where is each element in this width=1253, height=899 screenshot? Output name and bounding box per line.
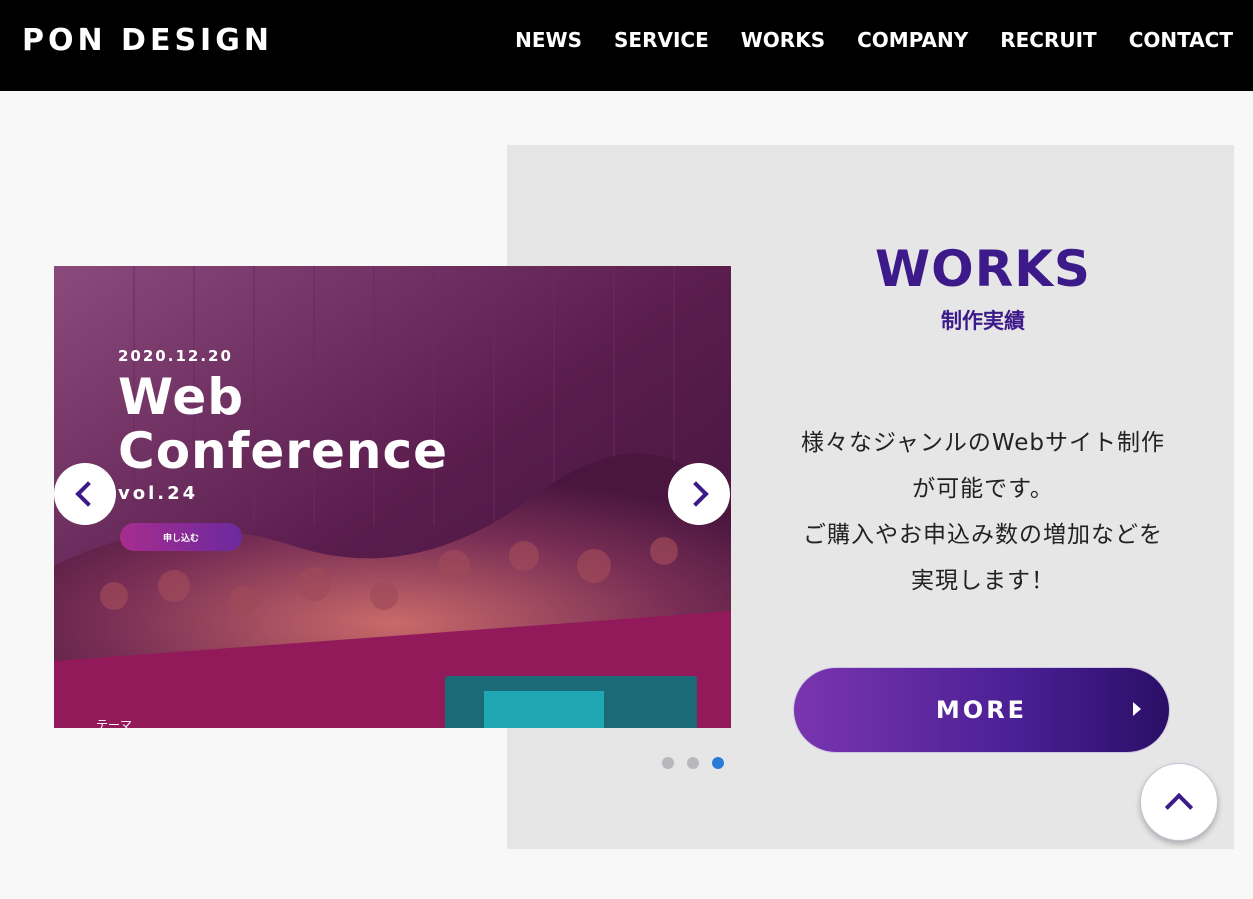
- slide-title: Web Conference: [118, 370, 448, 478]
- more-button[interactable]: MORE: [793, 667, 1170, 753]
- nav-company[interactable]: COMPANY: [857, 26, 968, 54]
- slider-dot[interactable]: [662, 757, 674, 769]
- slider-next-button[interactable]: [668, 463, 730, 525]
- slider-pagination: [662, 757, 724, 769]
- slide-volume: vol.24: [118, 483, 199, 504]
- slider-prev-button[interactable]: [54, 463, 116, 525]
- nav-service[interactable]: SERVICE: [614, 26, 709, 54]
- works-title: WORKS: [875, 240, 1091, 298]
- works-desc-line: ご購入やお申込み数の増加などを: [803, 522, 1163, 548]
- nav-works[interactable]: WORKS: [741, 26, 825, 54]
- works-desc-line: 様々なジャンルのWebサイト制作: [801, 430, 1165, 456]
- main-nav: NEWS SERVICE WORKS COMPANY RECRUIT CONTA…: [515, 26, 1233, 54]
- slider-dot-active[interactable]: [712, 757, 724, 769]
- works-desc-line: が可能です。: [912, 476, 1054, 502]
- slide-apply-button[interactable]: 申し込む: [120, 523, 242, 551]
- triangle-right-icon: [1133, 702, 1141, 716]
- site-logo[interactable]: PON DESIGN: [22, 22, 273, 60]
- works-desc-line: 実現します！: [911, 568, 1055, 594]
- chevron-left-icon: [75, 481, 101, 507]
- back-to-top-button[interactable]: [1140, 763, 1218, 841]
- chevron-right-icon: [683, 481, 709, 507]
- nav-recruit[interactable]: RECRUIT: [1000, 26, 1096, 54]
- nav-news[interactable]: NEWS: [515, 26, 582, 54]
- chevron-up-icon: [1164, 792, 1194, 822]
- works-heading: WORKS 制作実績: [745, 240, 1221, 336]
- works-slider: 2020.12.20 Web Conference vol.24 申し込む テー…: [54, 266, 731, 728]
- slide-theme-label: テーマ: [96, 718, 133, 728]
- slide-date: 2020.12.20: [118, 347, 233, 365]
- site-header: PON DESIGN NEWS SERVICE WORKS COMPANY RE…: [0, 0, 1253, 91]
- slider-dot[interactable]: [687, 757, 699, 769]
- slide-title-line: Web: [118, 368, 245, 426]
- nav-contact[interactable]: CONTACT: [1129, 26, 1233, 54]
- more-button-label: MORE: [935, 696, 1028, 724]
- works-description: 様々なジャンルのWebサイト制作 が可能です。 ご購入やお申込み数の増加などを …: [745, 420, 1221, 604]
- works-subtitle: 制作実績: [941, 309, 1025, 333]
- slide-title-line: Conference: [118, 422, 449, 480]
